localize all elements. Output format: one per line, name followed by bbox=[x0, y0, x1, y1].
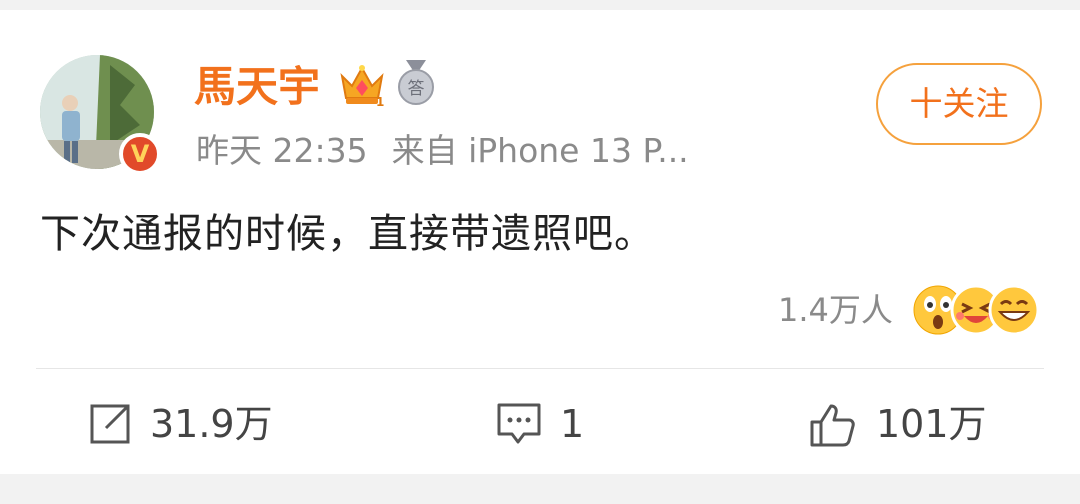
verified-badge: V bbox=[119, 133, 161, 175]
grinning-emoji[interactable] bbox=[988, 284, 1040, 336]
comment-icon bbox=[497, 403, 541, 444]
post-time: 昨天 22:35 bbox=[196, 131, 368, 170]
svg-text:答: 答 bbox=[408, 79, 425, 99]
post-text: 下次通报的时候，直接带遗照吧。 bbox=[40, 211, 655, 257]
medal-icon[interactable]: 答 bbox=[396, 60, 436, 106]
thumbs-up-icon bbox=[810, 404, 855, 447]
follow-button[interactable]: 十关注 bbox=[876, 63, 1042, 145]
username[interactable]: 馬天宇 bbox=[194, 60, 320, 114]
top-separator bbox=[0, 0, 1080, 10]
reaction-count[interactable]: 1.4万人 bbox=[778, 288, 893, 332]
repost-count: 31.9万 bbox=[150, 402, 273, 446]
post-source: 来自 iPhone 13 P... bbox=[391, 131, 689, 170]
post-meta: 昨天 22:35 来自 iPhone 13 P... bbox=[196, 128, 689, 174]
like-count: 101万 bbox=[876, 402, 987, 446]
bottom-separator bbox=[0, 474, 1080, 504]
comment-button[interactable]: 1 bbox=[496, 396, 596, 452]
like-button[interactable]: 101万 bbox=[808, 396, 1008, 452]
svg-text:1: 1 bbox=[376, 95, 384, 108]
crown-icon[interactable]: 1 bbox=[338, 62, 386, 108]
repost-icon bbox=[90, 404, 130, 444]
comment-count: 1 bbox=[560, 402, 585, 446]
repost-button[interactable]: 31.9万 bbox=[88, 396, 288, 452]
divider bbox=[36, 368, 1044, 369]
